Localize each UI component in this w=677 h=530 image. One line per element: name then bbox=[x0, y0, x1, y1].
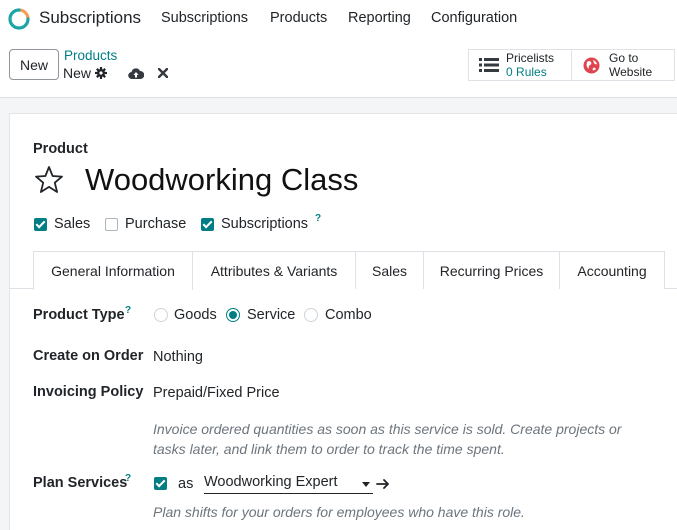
tab-attributes-variants[interactable]: Attributes & Variants bbox=[192, 251, 356, 289]
radio-combo[interactable] bbox=[304, 308, 318, 322]
chevron-down-icon[interactable] bbox=[362, 482, 370, 487]
globe-icon bbox=[583, 57, 600, 73]
website-line1: Go to bbox=[609, 51, 639, 65]
role-select[interactable]: Woodworking Expert bbox=[204, 474, 373, 494]
product-type-help-icon[interactable]: ? bbox=[125, 305, 131, 316]
gear-icon[interactable] bbox=[95, 67, 108, 79]
product-type-label: Product Type bbox=[33, 307, 125, 323]
breadcrumb-current-label: New bbox=[63, 65, 92, 81]
invoicing-policy-help-line2: tasks later, and link them to order to t… bbox=[153, 441, 505, 457]
role-select-value: Woodworking Expert bbox=[204, 474, 338, 490]
tab-accounting[interactable]: Accounting bbox=[559, 251, 665, 289]
top-navbar: Subscriptions Subscriptions Products Rep… bbox=[0, 0, 677, 38]
invoicing-policy-label: Invoicing Policy bbox=[33, 384, 144, 400]
product-section-label: Product bbox=[33, 141, 88, 157]
pricelists-count: 0 bbox=[506, 65, 513, 79]
plan-services-checkbox[interactable] bbox=[154, 477, 167, 490]
pricelists-unit: Rules bbox=[516, 65, 547, 79]
create-on-order-label: Create on Order bbox=[33, 348, 144, 364]
new-button[interactable]: New bbox=[9, 49, 59, 80]
create-on-order-field[interactable]: Nothing bbox=[153, 349, 203, 365]
pricelists-text: Pricelists 0 Rules bbox=[506, 51, 554, 79]
radio-goods-label: Goods bbox=[174, 307, 217, 323]
menu-products[interactable]: Products bbox=[270, 10, 327, 26]
favorite-star-icon[interactable] bbox=[33, 164, 65, 196]
purchase-checkbox[interactable] bbox=[105, 218, 118, 231]
tab-general-information[interactable]: General Information bbox=[33, 251, 193, 290]
sales-checkbox-label: Sales bbox=[54, 216, 91, 232]
go-to-website-button[interactable]: Go to Website bbox=[571, 49, 675, 81]
tab-recurring-prices[interactable]: Recurring Prices bbox=[423, 251, 560, 289]
plan-services-help: Plan shifts for your orders for employee… bbox=[153, 504, 525, 520]
sales-checkbox[interactable] bbox=[34, 218, 47, 231]
pricelists-label: Pricelists bbox=[506, 51, 555, 65]
list-icon bbox=[479, 58, 499, 72]
pricelists-smart-button[interactable]: Pricelists 0 Rules bbox=[468, 49, 572, 81]
plan-services-help-icon[interactable]: ? bbox=[125, 473, 131, 484]
arrow-right-icon[interactable] bbox=[376, 478, 390, 490]
purchase-checkbox-label: Purchase bbox=[125, 216, 187, 232]
product-name[interactable]: Woodworking Class bbox=[85, 162, 358, 198]
tab-sales[interactable]: Sales bbox=[355, 251, 424, 289]
control-panel: New Products New Pricelists 0 Rules Go t… bbox=[0, 38, 677, 98]
invoicing-policy-field[interactable]: Prepaid/Fixed Price bbox=[153, 385, 280, 401]
cloud-upload-icon[interactable] bbox=[128, 67, 144, 80]
plan-services-as-text: as bbox=[178, 476, 194, 492]
radio-service[interactable] bbox=[226, 308, 240, 322]
subscriptions-checkbox-label: Subscriptions bbox=[221, 216, 309, 232]
website-line2: Website bbox=[609, 65, 653, 79]
breadcrumb-products[interactable]: Products bbox=[64, 48, 117, 63]
plan-services-label: Plan Services bbox=[33, 475, 128, 491]
subscriptions-app-icon[interactable] bbox=[8, 8, 30, 30]
radio-goods[interactable] bbox=[154, 308, 168, 322]
breadcrumb-current: New bbox=[63, 65, 108, 81]
radio-service-label: Service bbox=[247, 307, 296, 323]
subscriptions-checkbox[interactable] bbox=[201, 218, 214, 231]
subscriptions-help-icon[interactable]: ? bbox=[315, 213, 321, 224]
radio-combo-label: Combo bbox=[325, 307, 372, 323]
app-name[interactable]: Subscriptions bbox=[39, 8, 141, 28]
website-text: Go to Website bbox=[609, 51, 652, 79]
invoicing-policy-help-line1: Invoice ordered quantities as soon as th… bbox=[153, 421, 622, 437]
menu-configuration[interactable]: Configuration bbox=[431, 10, 517, 26]
menu-subscriptions[interactable]: Subscriptions bbox=[161, 10, 248, 26]
menu-reporting[interactable]: Reporting bbox=[348, 10, 411, 26]
close-icon[interactable] bbox=[158, 68, 168, 78]
